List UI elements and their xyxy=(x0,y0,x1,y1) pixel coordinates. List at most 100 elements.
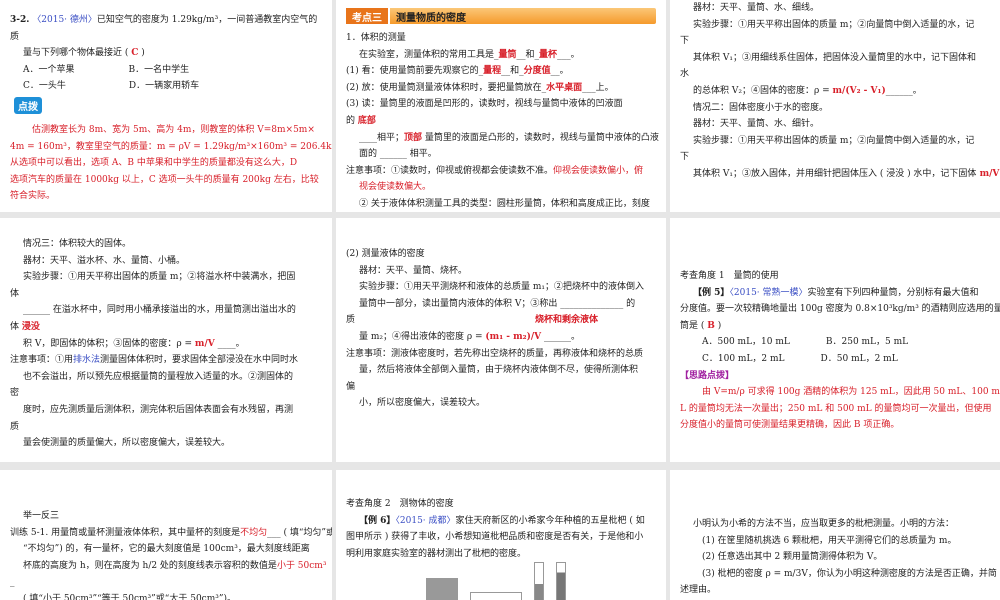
text-segment: ______。 xyxy=(541,331,581,342)
text-segment: 测量固体体积时，要求固体全部浸没在水中同时水 xyxy=(100,355,299,366)
text-segment: 下 xyxy=(680,152,690,163)
text-line: 【例 6】〈2015· 成都〉家住天府新区的小希家今年种植的五星枇杷 ( 如 xyxy=(346,513,656,530)
text-segment: 注意事项：①读数时，仰视或俯视都会使读数不准。 xyxy=(346,165,554,176)
answer-text: 分度值小的量筒可使测量结果更精确，因此 B 项正确。 xyxy=(680,420,900,431)
answer-text: 浸没 xyxy=(21,321,40,332)
text-segment: A．一个苹果 B．一名中学生 xyxy=(23,64,190,75)
text-segment: ____。 xyxy=(214,338,245,349)
text-line: ____相平；顶部 量筒里的液面是凸形的，读数时，视线与量筒中液体的凸液 xyxy=(346,130,659,147)
text-line: 面的 ______ 相平。 xyxy=(346,146,656,163)
text-segment: ) xyxy=(714,320,722,331)
text-segment: (1) 在筐里随机挑选 6 颗枇杷，用天平测得它们的总质量为 m。 xyxy=(702,535,957,546)
text-segment: (3) 枇杷的密度 ρ = m/3V，你认为小明这种测密度的方法是否正确，并简 xyxy=(702,568,997,579)
text-line: 在实验室，测量体积的常用工具是_量筒__和_量杯___。 xyxy=(346,47,656,64)
text-line: 器材：天平、溢水杯、水、量筒、小桶。 xyxy=(10,253,322,270)
text-segment: (2) 任意选出其中 2 颗用量筒测得体积为 V。 xyxy=(702,552,883,563)
text-segment: 实验步骤：①用天平测烧杯和液体的总质量 m₁；②把烧杯中的液体倒入 xyxy=(359,282,645,293)
panel-xiaoming-method: 小明认为小希的方法不当，应当取更多的枇杷测量。小明的方法： (1) 在筐里随机挑选… xyxy=(670,470,1000,600)
text-segment: 其体积 V₁；③用细线系住固体，把固体没入量筒里的水中，记下固体和 xyxy=(693,52,976,63)
text-segment: 【例 5】 xyxy=(693,287,730,298)
answer-text: 水平桌面 xyxy=(546,82,583,93)
text-line: A．一个苹果 B．一名中学生 xyxy=(10,62,322,79)
text-segment: 下 xyxy=(680,36,690,47)
text-line: (3) 枇杷的密度 ρ = m/3V，你认为小明这种测密度的方法是否正确，并简 xyxy=(680,566,997,583)
loquat-photo xyxy=(426,578,458,600)
answer-text: 量程 xyxy=(483,66,502,77)
text-line: 4m = 160m³，教室里空气的质量：m = ρV = 1.29kg/m³×1… xyxy=(10,139,332,156)
text-line: 质 xyxy=(10,419,322,436)
text-segment: ___。 xyxy=(557,49,580,60)
text-line: 注意事项：测液体密度时，若先称出空烧杯的质量，再称液体和烧杯的总质 xyxy=(346,346,656,363)
text-segment: 其体积 V₁；③放入固体，并用细针把固体压入 ( 浸没 ) 水中，记下固体 xyxy=(693,168,977,179)
text-segment: 也不会溢出，所以预先应根据量筒的量程放入适量的水。②测固体的 xyxy=(23,371,294,382)
text-line: 情况二：固体密度小于水的密度。 xyxy=(680,100,990,117)
balance-scale-figure xyxy=(470,592,522,600)
answer-text: 选项汽车的质量在 1000kg 以上，C 选项一头牛的质量有 200kg 左右，… xyxy=(10,174,319,185)
text-line: 注意事项：①读数时，仰视或俯视都会使读数不准。仰视会使读数偏小，俯 xyxy=(346,163,656,180)
text-line: _ xyxy=(10,574,322,591)
text-segment: 器材：天平、量筒、烧杯。 xyxy=(359,265,468,276)
text-line: (1) 看：使用量筒前要先观察它的_量程__和_分度值__。 xyxy=(346,63,656,80)
text-segment: _ xyxy=(10,577,15,588)
text-line: 选项汽车的质量在 1000kg 以上，C 选项一头牛的质量有 200kg 左右，… xyxy=(10,172,322,189)
text-segment: 量筒里的液面是凸形的，读数时，视线与量筒中液体的凸液 xyxy=(422,132,659,143)
text-line: “不均匀”) 的，有一量杯，它的最大刻度值是 100cm³，最大刻度线距离 xyxy=(10,541,322,558)
answer-text: 仰视会使读数偏小，俯 xyxy=(553,165,644,176)
text-line: 考查角度 2 测物体的密度 xyxy=(346,496,656,513)
text-segment: C．一头牛 D．一辆家用轿车 xyxy=(23,81,200,92)
text-line: L 的量筒均无法一次量出；250 mL 和 500 mL 的量筒均可一次量出，但… xyxy=(680,401,992,418)
text-segment: 面的 ______ 相平。 xyxy=(359,149,437,160)
text-segment: (2) 测量液体的密度 xyxy=(346,249,425,259)
text-segment: 量会使测量的质量偏大，所以密度偏大，误差较大。 xyxy=(23,438,231,449)
text-segment: 器材：天平、溢水杯、水、量筒、小桶。 xyxy=(23,255,186,266)
text-segment: (3) 读：量筒里的液面是凹形的，读数时，视线与量筒中液体的凹液面 xyxy=(346,99,623,110)
text-line: 明利用家庭实验室的器材测出了枇杷的密度。 xyxy=(346,546,656,563)
text-segment: 水 xyxy=(680,69,690,80)
answer-text: 分度值 xyxy=(523,66,551,77)
panel-kaodian-3: 考点三 测量物质的密度 1．体积的测量 在实验室，测量体积的常用工具是_量筒__和_量… xyxy=(336,0,666,212)
text-segment: 实验室有下列四种量筒，分别标有最大值和 xyxy=(807,287,979,298)
text-line: 实验步骤：①用天平称出固体的质量 m；②向量筒中倒入适量的水，记 xyxy=(680,17,990,34)
text-segment: 排水法 xyxy=(73,355,101,366)
text-line: 下 xyxy=(680,149,990,166)
text-line: C．一头牛 D．一辆家用轿车 xyxy=(10,78,322,95)
text-segment: 杯底的高度为 h，则在高度为 h/2 处的刻度线表示容积的数值是 xyxy=(23,560,277,571)
text-line: 密 xyxy=(10,385,322,402)
text-segment: 述理由。 xyxy=(680,585,717,596)
text-line: 训练 5-1. 用量筒或量杯测量液体体积，其中量杯的刻度是不均匀___ ( 填“… xyxy=(10,525,332,542)
text-segment: 量与下列哪个物体最接近 ( xyxy=(23,48,132,59)
answer-text: 符合实际。 xyxy=(10,191,56,202)
text-segment: 量 m₂；④得出液体的密度 ρ = xyxy=(359,331,486,342)
text-segment: ) xyxy=(138,48,145,59)
text-line: 分度值。要一次较精确地量出 100g 密度为 0.8×10³kg/m³ 的酒精则… xyxy=(680,301,1000,318)
text-segment: 体 xyxy=(10,321,22,332)
text-segment: 分度值。要一次较精确地量出 100g 密度为 0.8×10³kg/m³ 的酒精则… xyxy=(680,304,1000,315)
answer-text: 小于 50cm³ xyxy=(276,560,327,571)
text-segment: 〈2015· 成都〉 xyxy=(395,515,456,526)
text-line: 考查角度 1 量筒的使用 xyxy=(680,268,990,285)
text-segment: __。 xyxy=(550,66,569,77)
text-line: 【思路点拨】 xyxy=(680,368,990,385)
text-line: 符合实际。 xyxy=(10,188,322,205)
text-segment: 的 xyxy=(346,115,358,126)
text-line: 器材：天平、量筒、水、细针。 xyxy=(680,116,990,133)
text-segment: 图甲所示 ) 获得了丰收，小希想知道枇杷品质和密度是否有关，于是他和小 xyxy=(346,532,644,543)
text-line: 下 xyxy=(680,33,990,50)
text-line: 估测教室长为 8m、宽为 5m、高为 4m，则教室的体积 V=8m×5m× xyxy=(10,122,322,139)
text-line: 视会使读数偏大。 xyxy=(346,179,656,196)
text-line: 的 底部 xyxy=(346,113,656,130)
text-segment: 明利用家庭实验室的器材测出了枇杷的密度。 xyxy=(346,548,527,559)
answer-text: m/(V₂ - V₁) xyxy=(832,85,886,96)
answer-text: 由 V=m/ρ 可求得 100g 酒精的体积为 125 mL，因此用 50 mL… xyxy=(702,387,1000,398)
text-line: 质 xyxy=(10,29,322,46)
text-line: (2) 测量液体的密度 xyxy=(346,246,656,263)
text-line: 量会使测量的质量偏大，所以密度偏大，误差较大。 xyxy=(10,435,322,452)
text-line: 积 V，即固体的体积；③固体的密度：ρ = m/V ____。 xyxy=(10,336,322,353)
text-segment: 密 xyxy=(10,388,20,399)
text-line: (3) 读：量筒里的液面是凹形的，读数时，视线与量筒中液体的凹液面 xyxy=(346,96,656,113)
text-line: ( 填“小于 50cm³”“等于 50cm³”或“大于 50cm³”)。 xyxy=(10,591,322,600)
panel-solid-density-cases: 器材：天平、量筒、水、细线。 实验步骤：①用天平称出固体的质量 m；②向量筒中倒入… xyxy=(670,0,1000,212)
text-line: 图甲所示 ) 获得了丰收，小希想知道枇杷品质和密度是否有关，于是他和小 xyxy=(346,529,656,546)
answer-text: (m₁ - m₂)/V xyxy=(485,331,542,342)
section-header: 考点三 测量物质的密度 xyxy=(346,8,656,24)
